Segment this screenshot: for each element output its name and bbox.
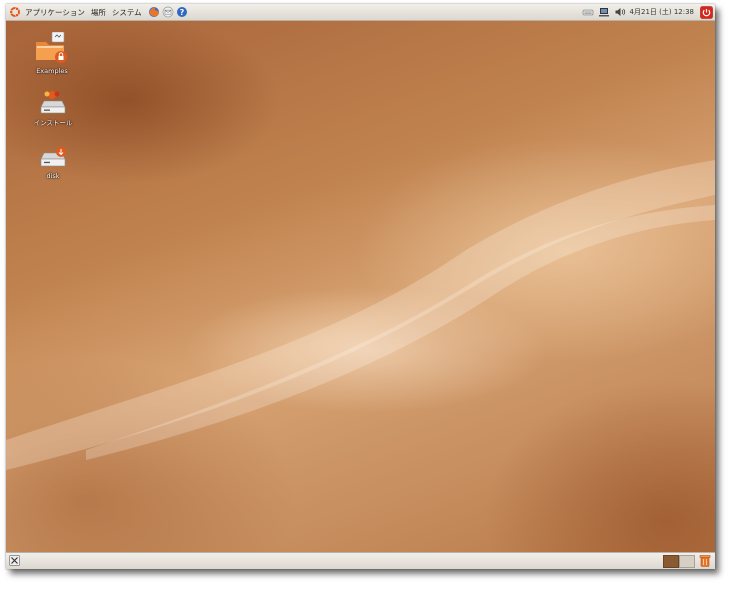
firefox-icon[interactable] <box>148 6 160 18</box>
clock[interactable]: 4月21日 (土) 12:38 <box>630 7 694 17</box>
wallpaper-swoosh <box>6 160 715 470</box>
desktop-icon-examples[interactable]: Examples <box>22 32 82 75</box>
desktop-icon-install[interactable]: インストール <box>23 88 83 127</box>
trash-icon[interactable] <box>699 554 711 567</box>
top-panel: アプリケーション 場所 システム ? 4月21日 (土) 12:38 <box>6 4 715 21</box>
ubuntu-logo-icon[interactable] <box>9 6 21 18</box>
desktop[interactable]: Examples インストール disk <box>6 20 715 553</box>
desktop-icon-label: disk <box>46 172 60 180</box>
menu-places[interactable]: 場所 <box>91 7 112 18</box>
help-icon[interactable]: ? <box>176 6 188 18</box>
keyboard-icon[interactable] <box>582 6 594 18</box>
desktop-icon-label: Examples <box>36 67 68 75</box>
desktop-icon-label: インストール <box>33 119 73 127</box>
network-icon[interactable] <box>598 6 610 18</box>
install-icon <box>40 91 66 114</box>
workspace-1[interactable] <box>663 555 679 568</box>
bottom-panel <box>6 552 715 569</box>
volume-icon[interactable] <box>614 6 626 18</box>
workspace-2[interactable] <box>679 555 695 568</box>
desktop-icon-disk[interactable]: disk <box>23 145 83 180</box>
menu-applications[interactable]: アプリケーション <box>25 7 91 18</box>
menu-system[interactable]: システム <box>112 7 148 18</box>
power-icon[interactable] <box>700 5 713 19</box>
drive-icon <box>40 147 66 167</box>
panel-tray: 4月21日 (土) 12:38 <box>582 4 715 20</box>
folder-icon <box>36 32 67 63</box>
mail-icon[interactable] <box>162 6 174 18</box>
svg-text:?: ? <box>179 8 184 17</box>
screen: Examples インストール disk アプリケーション 場所 システム ? … <box>6 4 715 569</box>
show-desktop-icon[interactable] <box>9 555 20 566</box>
